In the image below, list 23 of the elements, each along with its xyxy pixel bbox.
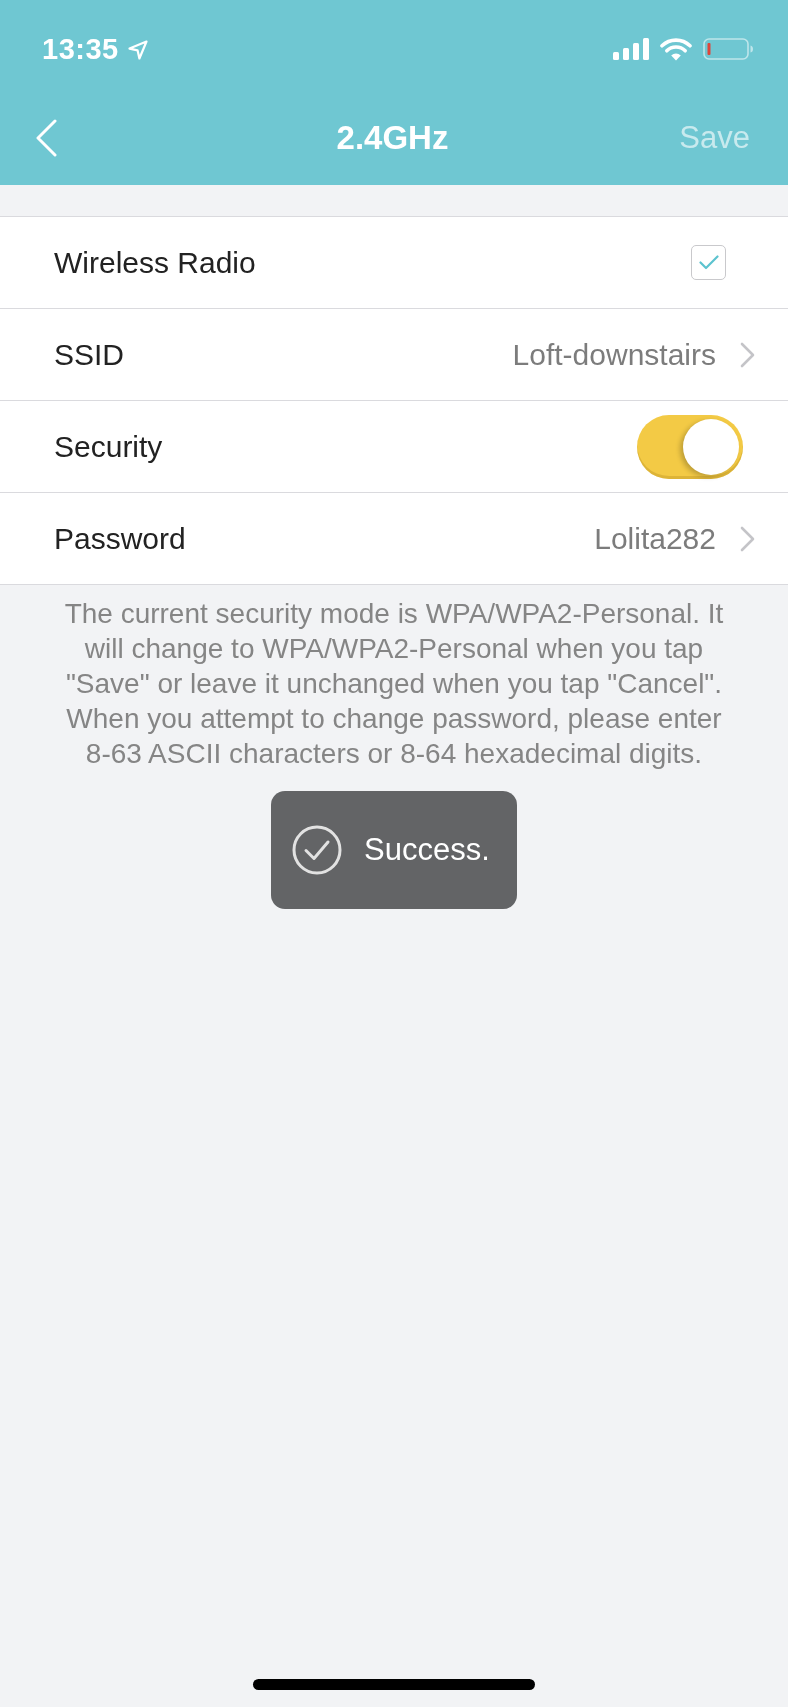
location-arrow-icon [127, 40, 148, 60]
toast-message: Success. [364, 832, 490, 868]
signal-icon [613, 38, 649, 60]
wifi-icon [660, 37, 692, 61]
settings-row[interactable]: Password Lolita282 [0, 493, 788, 584]
battery-icon [703, 38, 753, 60]
setting-label: SSID [54, 337, 125, 372]
setting-label: Security [54, 429, 163, 464]
setting-value: Lolita282 [594, 521, 716, 556]
status-time: 13:35 [42, 32, 119, 66]
chevron-right-icon [740, 341, 755, 368]
setting-label: Password [54, 521, 186, 556]
security-note: The current security mode is WPA/WPA2-Personal. It will change to WPA/WPA2-Personal when you tap "Save" or leave it unchanged when you tap "Cancel". When you attempt to change password, please enter 8-63 ASCII characters or 8-64 hexadecimal digits. [63, 597, 725, 771]
check-circle-icon [292, 825, 342, 875]
back-button[interactable] [35, 118, 57, 157]
setting-value: Loft-downstairs [512, 337, 716, 372]
settings-row[interactable]: SSID Loft-downstairs [0, 309, 788, 401]
setting-label: Wireless Radio [54, 245, 256, 280]
chevron-left-icon [35, 118, 57, 157]
checkbox[interactable] [691, 245, 726, 280]
checkmark-icon [698, 255, 719, 270]
screen-title: 2.4GHz [336, 118, 449, 157]
chevron-right-icon [740, 525, 755, 552]
